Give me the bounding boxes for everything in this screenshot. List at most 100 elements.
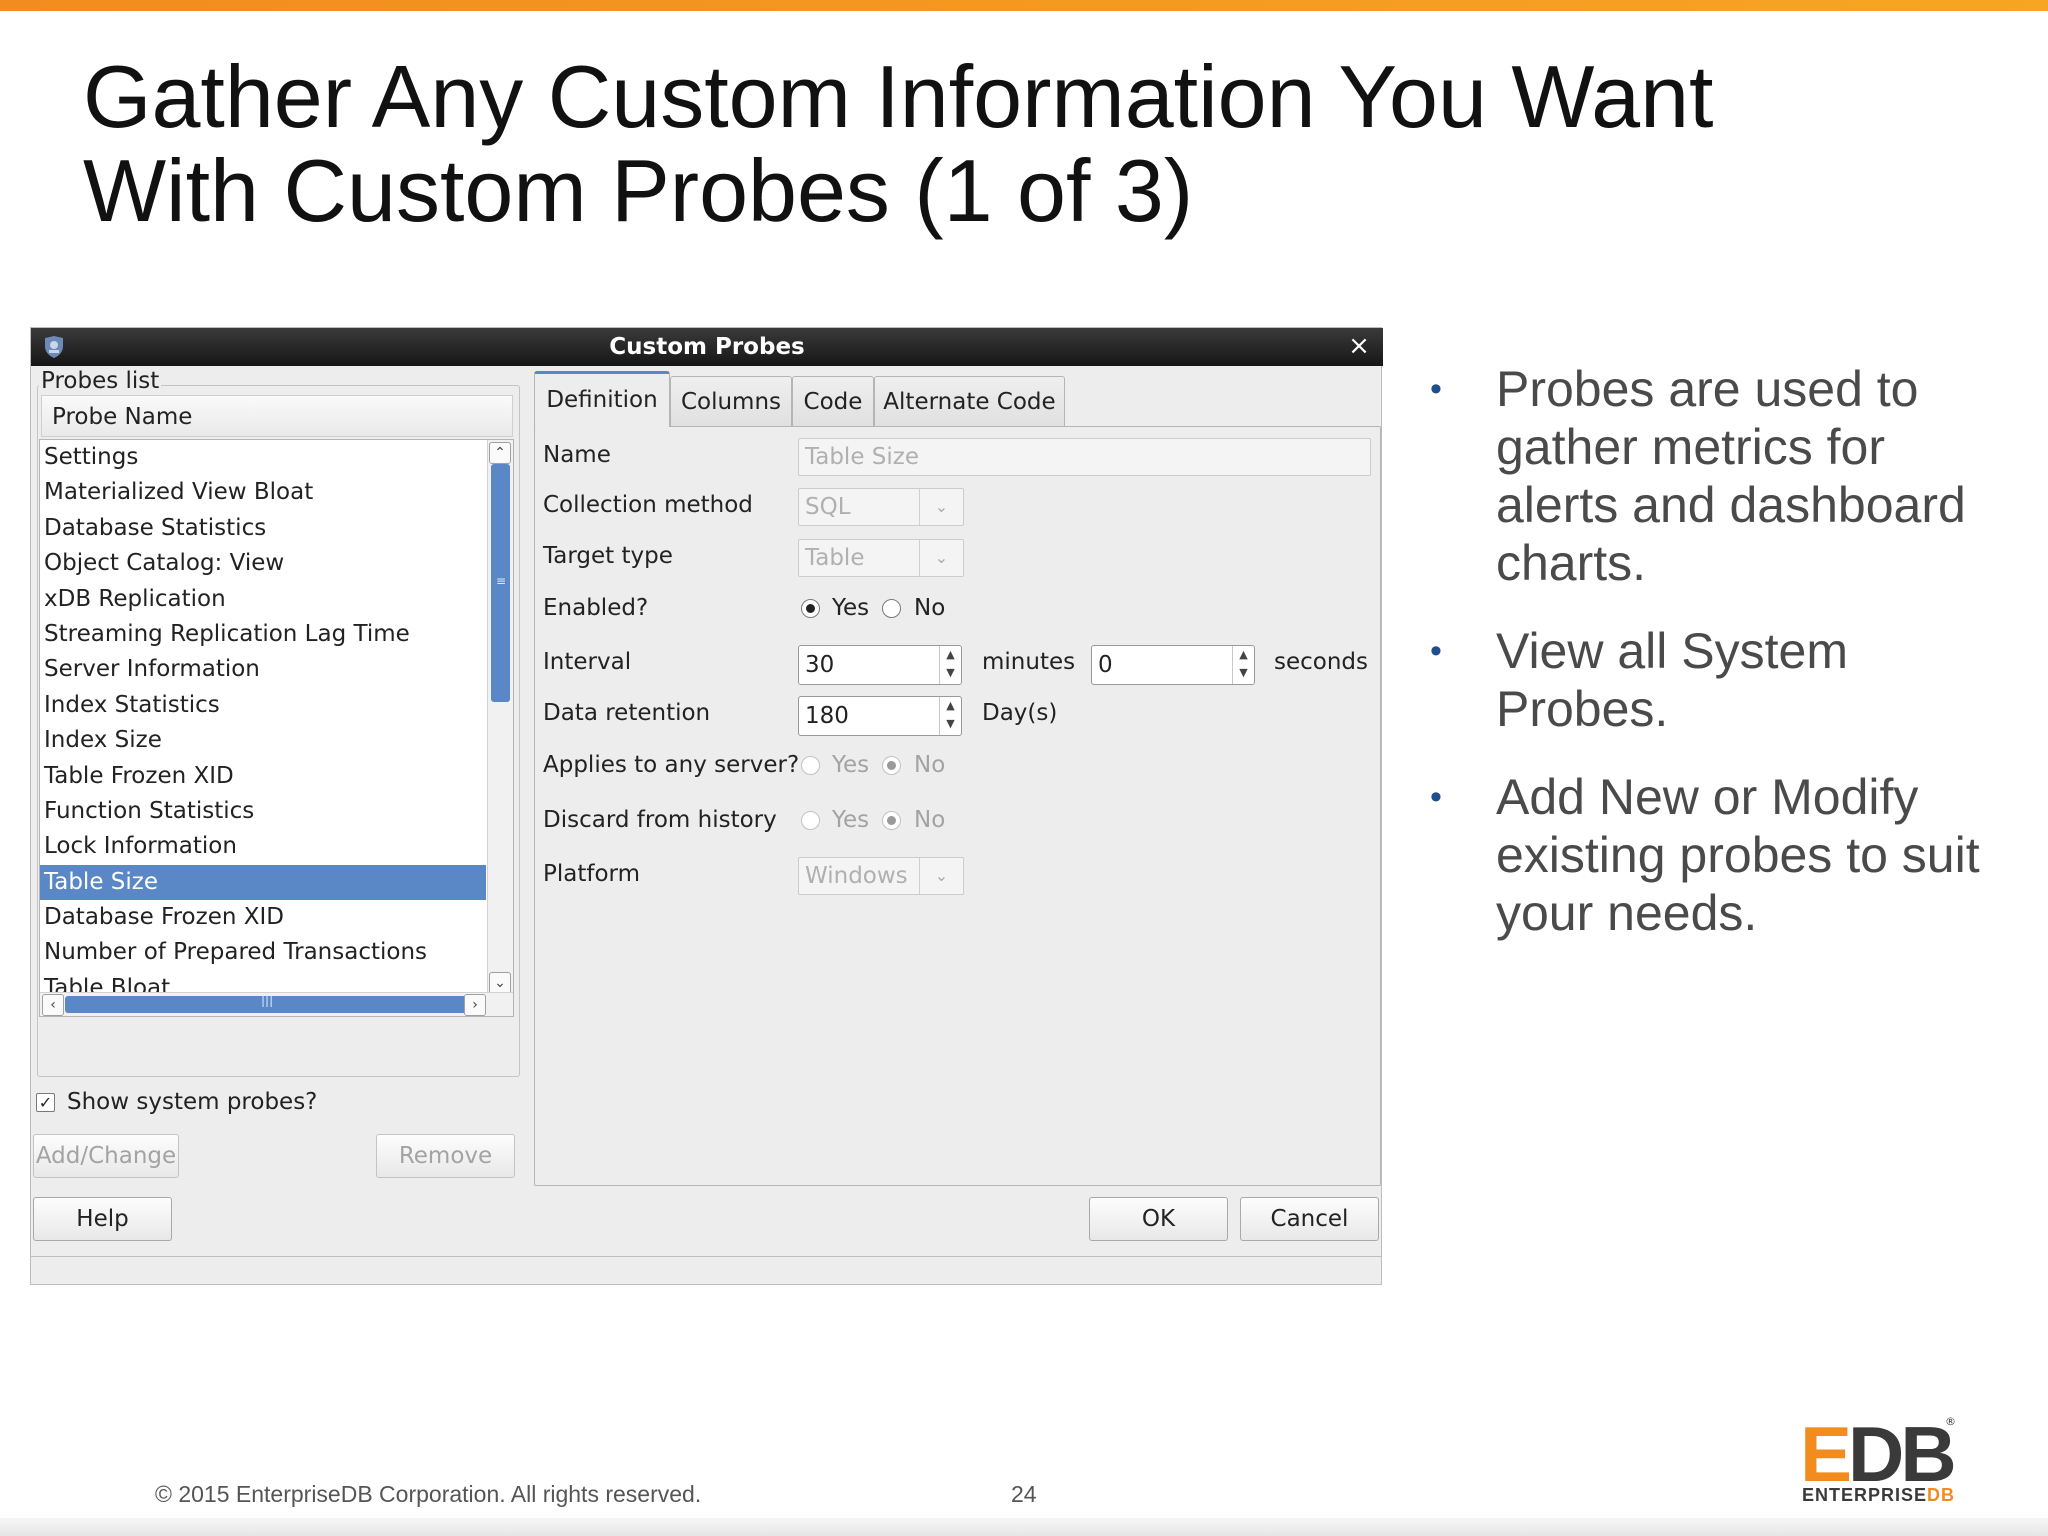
bullet-icon: •	[1430, 632, 1442, 670]
discard-no-radio[interactable]	[882, 811, 901, 830]
dialog-status-bar	[31, 1256, 1381, 1284]
scroll-left-icon[interactable]: ‹	[42, 994, 64, 1016]
scroll-up-icon[interactable]: ⌃	[489, 442, 511, 464]
enabled-label: Enabled?	[543, 595, 649, 621]
slide-title-line-2: With Custom Probes (1 of 3)	[83, 141, 1194, 240]
name-field[interactable]: Table Size	[798, 438, 1371, 476]
tab-definition[interactable]: Definition	[534, 371, 670, 427]
probe-list-item[interactable]: Number of Prepared Transactions	[40, 935, 486, 970]
data-retention-label: Data retention	[543, 700, 711, 726]
top-accent-bar	[0, 0, 2048, 11]
probe-list-item[interactable]: xDB Replication	[40, 582, 486, 617]
probe-list-item[interactable]: Database Frozen XID	[40, 900, 486, 935]
minutes-label: minutes	[982, 649, 1076, 675]
spinner-arrows-icon[interactable]: ▲ ▼	[939, 697, 961, 735]
enabled-yes-radio[interactable]	[801, 599, 820, 618]
enterprisedb-logo: EDB ® ENTERPRISEDB	[1798, 1415, 1958, 1505]
tab-code[interactable]: Code	[792, 376, 874, 426]
remove-button[interactable]: Remove	[376, 1134, 515, 1178]
bullet-text: Probes are used to gather metrics for al…	[1496, 361, 1966, 591]
probe-list-item[interactable]: Server Information	[40, 652, 486, 687]
column-header-label: Probe Name	[52, 404, 193, 430]
probe-list-item[interactable]: Object Catalog: View	[40, 546, 486, 581]
probe-list-item[interactable]: Settings	[40, 440, 486, 475]
platform-value: Windows	[805, 863, 908, 889]
close-icon[interactable]: ×	[1343, 330, 1375, 362]
dialog-titlebar[interactable]: Custom Probes ×	[31, 328, 1383, 366]
applies-yes-label: Yes	[832, 752, 870, 778]
interval-seconds-spinner[interactable]: 0 ▲ ▼	[1091, 645, 1255, 685]
probe-list-item[interactable]: Materialized View Bloat	[40, 475, 486, 510]
probe-list-item[interactable]: Index Size	[40, 723, 486, 758]
collection-method-label: Collection method	[543, 492, 753, 518]
spinner-arrows-icon[interactable]: ▲ ▼	[939, 646, 961, 684]
scroll-down-icon[interactable]: ⌄	[489, 972, 511, 994]
ok-button[interactable]: OK	[1089, 1197, 1228, 1241]
bullet-item: • Add New or Modify existing probes to s…	[1430, 768, 2020, 942]
enterprisedb-wordmark: ENTERPRISEDB	[1802, 1485, 1956, 1505]
enabled-yes-label: Yes	[832, 595, 870, 621]
discard-no-label: No	[914, 807, 946, 833]
bullet-item: • View all System Probes.	[1430, 622, 2020, 738]
target-type-value: Table	[805, 545, 865, 571]
edb-logo-mark: EDB	[1800, 1410, 1957, 1498]
interval-minutes-value: 30	[805, 652, 835, 678]
bottom-bar	[0, 1518, 2048, 1536]
probe-list-item[interactable]: Database Statistics	[40, 511, 486, 546]
applies-no-radio[interactable]	[882, 756, 901, 775]
probe-list-items: Settings Materialized View Bloat Database …	[40, 440, 486, 1016]
name-label: Name	[543, 442, 611, 468]
interval-seconds-value: 0	[1098, 652, 1113, 678]
horizontal-scroll-thumb[interactable]: |||	[65, 993, 473, 1013]
platform-select[interactable]: Windows ⌄	[798, 857, 964, 895]
probe-list-item[interactable]: Streaming Replication Lag Time	[40, 617, 486, 652]
bullet-icon: •	[1430, 778, 1442, 816]
registered-mark: ®	[1945, 1415, 1956, 1428]
target-type-label: Target type	[543, 543, 673, 569]
custom-probes-dialog: Custom Probes × Probes list Probe Name S…	[30, 327, 1383, 1285]
cancel-button[interactable]: Cancel	[1240, 1197, 1379, 1241]
vertical-scroll-thumb[interactable]: ≡	[491, 464, 510, 702]
vertical-scrollbar[interactable]: ⌃ ≡ ⌄	[487, 440, 513, 996]
probe-list-item[interactable]: Table Size	[40, 864, 486, 901]
collection-method-value: SQL	[805, 494, 851, 520]
dialog-title: Custom Probes	[609, 334, 805, 360]
enabled-no-radio[interactable]	[882, 599, 901, 618]
platform-label: Platform	[543, 861, 640, 887]
interval-minutes-spinner[interactable]: 30 ▲ ▼	[798, 645, 962, 685]
probe-list-item[interactable]: Index Statistics	[40, 688, 486, 723]
probe-list-item[interactable]: Function Statistics	[40, 794, 486, 829]
show-system-probes-checkbox[interactable]: ✓	[36, 1093, 55, 1112]
data-retention-value: 180	[805, 703, 849, 729]
help-button[interactable]: Help	[33, 1197, 172, 1241]
horizontal-scrollbar[interactable]: ‹ ||| ›	[40, 992, 513, 1016]
probes-list[interactable]: Settings Materialized View Bloat Database …	[39, 439, 514, 1017]
discard-from-history-label: Discard from history	[543, 807, 777, 833]
copyright-footer: © 2015 EnterpriseDB Corporation. All rig…	[155, 1481, 702, 1507]
collection-method-select[interactable]: SQL ⌄	[798, 488, 964, 526]
bullet-text: Add New or Modify existing probes to sui…	[1496, 769, 1980, 941]
applies-no-label: No	[914, 752, 946, 778]
bullet-text: View all System Probes.	[1496, 623, 1848, 737]
bullet-icon: •	[1430, 370, 1442, 408]
show-system-probes-label: Show system probes?	[67, 1089, 318, 1115]
chevron-down-icon: ⌄	[919, 489, 963, 525]
interval-label: Interval	[543, 649, 632, 675]
bullet-list: • Probes are used to gather metrics for …	[1430, 360, 2020, 972]
scroll-right-icon[interactable]: ›	[464, 994, 486, 1016]
spinner-arrows-icon[interactable]: ▲ ▼	[1232, 646, 1254, 684]
tab-alternate-code[interactable]: Alternate Code	[874, 376, 1065, 426]
bullet-item: • Probes are used to gather metrics for …	[1430, 360, 2020, 592]
probe-name-column-header[interactable]: Probe Name	[41, 395, 513, 437]
probe-list-item[interactable]: Table Frozen XID	[40, 759, 486, 794]
add-change-button[interactable]: Add/Change	[33, 1134, 179, 1178]
applies-yes-radio[interactable]	[801, 756, 820, 775]
discard-yes-radio[interactable]	[801, 811, 820, 830]
applies-to-any-server-label: Applies to any server?	[543, 752, 800, 778]
target-type-select[interactable]: Table ⌄	[798, 539, 964, 577]
data-retention-spinner[interactable]: 180 ▲ ▼	[798, 696, 962, 736]
probe-list-item[interactable]: Lock Information	[40, 829, 486, 864]
tab-columns[interactable]: Columns	[670, 376, 792, 426]
slide-title-line-1: Gather Any Custom Information You Want	[83, 47, 1714, 146]
enabled-no-label: No	[914, 595, 946, 621]
